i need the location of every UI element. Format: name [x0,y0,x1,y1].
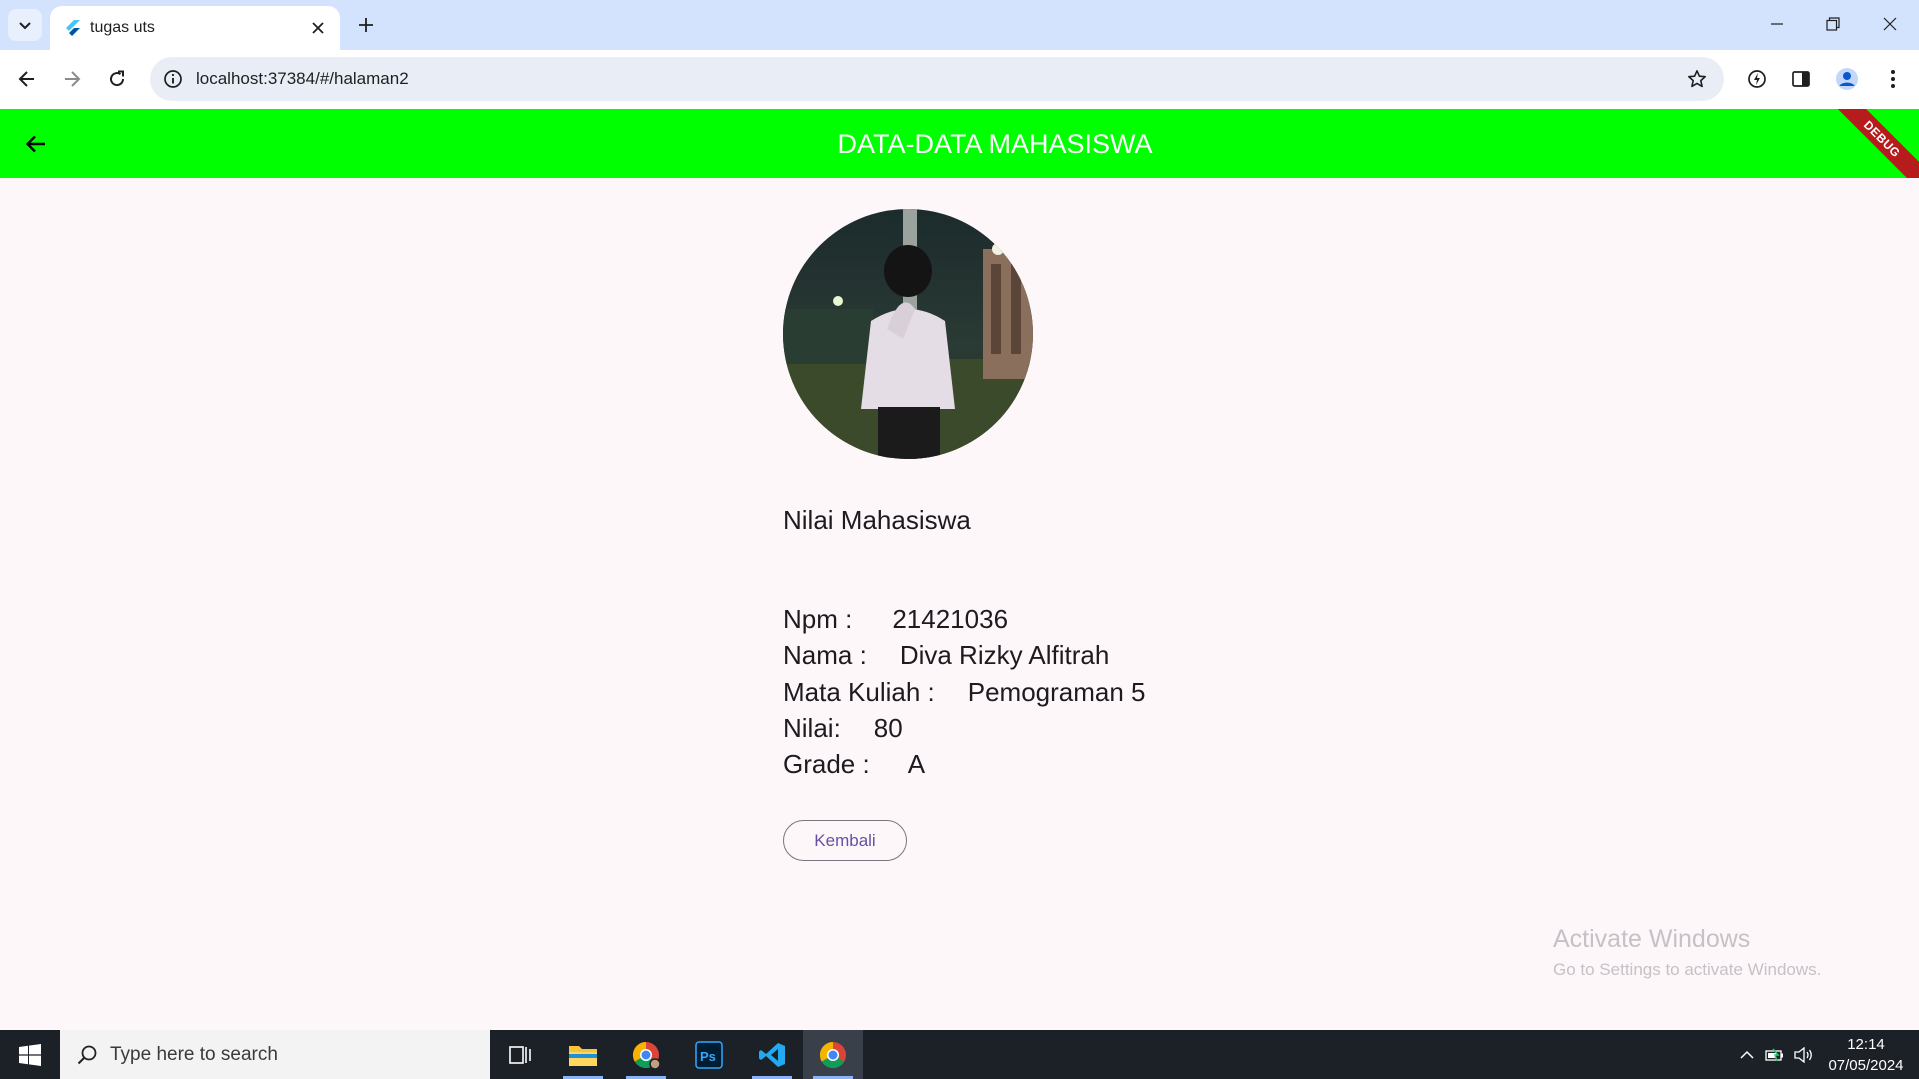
close-icon [312,22,324,34]
performance-icon [1748,70,1766,88]
task-view-icon [509,1045,531,1064]
info-row-grade: Grade : A [783,749,925,780]
tab-title: tugas uts [90,19,155,36]
profile-icon [1836,68,1858,90]
activate-windows-watermark: Activate Windows Go to Settings to activ… [1553,925,1821,980]
info-row-nama: Nama : Diva Rizky Alfitrah [783,640,1109,671]
taskbar-search-box[interactable]: Type here to search [60,1030,490,1079]
kembali-button[interactable]: Kembali [783,820,907,861]
photoshop-icon: Ps [695,1040,723,1069]
more-vert-icon [1891,70,1895,88]
vscode-icon [759,1042,785,1067]
chevron-up-icon [1740,1050,1754,1059]
close-icon [1883,17,1897,31]
file-explorer-button[interactable] [553,1030,613,1079]
page-title: DATA-DATA MAHASISWA [837,129,1153,159]
bookmark-button[interactable] [1684,66,1710,92]
task-view-button[interactable] [490,1030,550,1079]
tab-search-button[interactable] [8,9,42,41]
flutter-icon [66,20,80,36]
chrome-icon [819,1041,846,1068]
minimize-button[interactable] [1757,8,1797,40]
mata-kuliah-value: Pemograman 5 [967,677,1146,707]
mata-kuliah-label: Mata Kuliah : [783,677,935,707]
battery-button[interactable] [1762,1030,1788,1079]
address-bar[interactable]: localhost:37384/#/halaman2 [150,57,1724,101]
extension-button[interactable] [1741,63,1773,95]
arrow-right-icon [65,71,81,87]
windows-icon [19,1043,41,1066]
svg-text:Ps: Ps [700,1049,716,1064]
nilai-value: 80 [873,713,903,743]
window-close-button[interactable] [1870,8,1910,40]
browser-tabstrip: tugas uts [0,0,1919,50]
new-tab-button[interactable] [352,11,380,39]
avatar [783,209,1033,459]
taskbar-clock[interactable]: 12:14 07/05/2024 [1820,1034,1912,1076]
chrome-profile-button[interactable] [616,1030,676,1079]
chevron-down-icon [19,22,31,30]
show-hidden-icons-button[interactable] [1734,1030,1760,1079]
forward-button[interactable] [56,63,88,95]
menu-button[interactable] [1877,63,1909,95]
arrow-left-icon [18,71,34,87]
clock-time: 12:14 [1847,1036,1885,1053]
info-row-mata-kuliah: Mata Kuliah : Pemograman 5 [783,677,1146,708]
npm-label: Npm : [783,604,853,634]
volume-button[interactable] [1791,1030,1817,1079]
profile-button[interactable] [1831,63,1863,95]
restore-icon [1826,17,1840,31]
chrome-profile-icon [632,1041,661,1070]
back-button[interactable] [11,63,43,95]
star-icon [1688,70,1706,88]
grade-label: Grade : [783,749,870,779]
grade-value: A [907,749,926,779]
browser-tab[interactable]: tugas uts [50,6,340,50]
speaker-icon [1794,1046,1812,1063]
minimize-icon [1771,23,1783,25]
battery-icon [1765,1048,1783,1061]
reload-button[interactable] [101,63,133,95]
browser-toolbar: localhost:37384/#/halaman2 [0,50,1919,109]
npm-value: 21421036 [892,604,1009,634]
app-bar: DATA-DATA MAHASISWA DEBUG [0,109,1919,178]
watermark-subtitle: Go to Settings to activate Windows. [1553,960,1822,979]
section-title: Nilai Mahasiswa [783,505,971,535]
chrome-button[interactable] [803,1030,863,1079]
site-info-button[interactable] [160,66,186,92]
restore-button[interactable] [1813,8,1853,40]
search-icon [74,1042,100,1068]
nama-value: Diva Rizky Alfitrah [899,640,1110,670]
tab-close-button[interactable] [306,16,330,40]
watermark-title: Activate Windows [1553,925,1751,953]
nama-label: Nama : [783,640,867,670]
info-row-npm: Npm : 21421036 [783,604,1008,635]
vscode-button[interactable] [742,1030,802,1079]
taskbar-search-placeholder: Type here to search [110,1044,278,1065]
file-explorer-icon [569,1045,597,1066]
clock-date: 07/05/2024 [1828,1057,1904,1074]
plus-icon [359,18,373,32]
student-photo-icon [783,209,1033,459]
info-icon [164,70,182,88]
nilai-label: Nilai: [783,713,841,743]
windows-taskbar: Type here to search Ps 12:14 07/05/2024 [0,1030,1919,1079]
info-row-nilai: Nilai: 80 [783,713,903,744]
url-text[interactable]: localhost:37384/#/halaman2 [196,69,409,89]
side-panel-button[interactable] [1785,63,1817,95]
side-panel-icon [1792,71,1810,87]
start-button[interactable] [0,1030,60,1079]
reload-icon [110,70,125,87]
photoshop-button[interactable]: Ps [679,1030,739,1079]
